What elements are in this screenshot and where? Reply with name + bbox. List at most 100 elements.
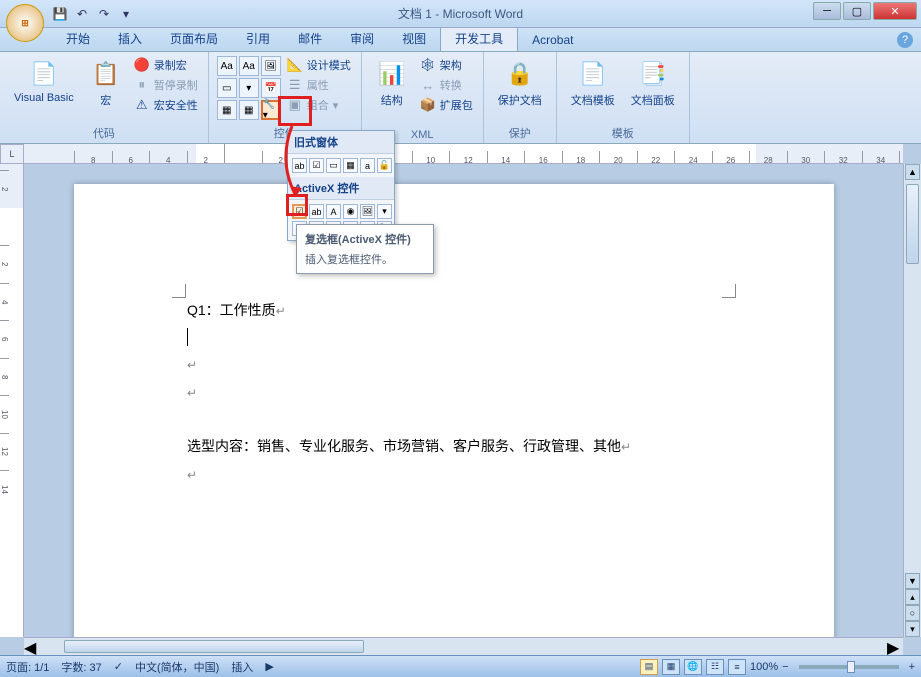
- tab-view[interactable]: 视图: [388, 26, 440, 51]
- text-control-button[interactable]: Aa: [239, 56, 259, 76]
- status-mode[interactable]: 插入: [231, 659, 253, 675]
- minimize-button[interactable]: ─: [813, 2, 841, 20]
- legacy-dropdown-button[interactable]: ▭: [326, 158, 341, 173]
- zoom-level[interactable]: 100%: [750, 661, 778, 673]
- legacy-forms-grid: ab ☑ ▭ ▦ a 🔓: [288, 154, 394, 177]
- status-words[interactable]: 字数: 37: [61, 659, 101, 675]
- legacy-tools-dropdown[interactable]: 🔧▾: [261, 100, 281, 120]
- browse-prev-button[interactable]: ▴: [905, 589, 920, 605]
- tab-mail[interactable]: 邮件: [284, 26, 336, 51]
- web-view-button[interactable]: 🌐: [684, 659, 702, 675]
- ruler-corner[interactable]: L: [0, 144, 24, 164]
- macros-icon: 📋: [90, 58, 122, 90]
- zoom-in-button[interactable]: +: [909, 661, 915, 673]
- proofing-icon[interactable]: ✓: [114, 660, 123, 673]
- design-mode-button[interactable]: 📐设计模式: [285, 56, 353, 74]
- draft-view-button[interactable]: ≡: [728, 659, 746, 675]
- document-viewport[interactable]: Q1：工作性质↵ ↵ ↵ 选型内容：销售、专业化服务、市场营销、客户服务、行政管…: [24, 164, 903, 637]
- activex-checkbox-button[interactable]: ☑: [292, 204, 307, 219]
- structure-button[interactable]: 📊 结构: [370, 56, 414, 110]
- scroll-thumb[interactable]: [906, 184, 919, 264]
- text-line-1[interactable]: Q1：工作性质↵: [187, 296, 721, 324]
- date-control-button[interactable]: 📅: [261, 78, 281, 98]
- horizontal-scrollbar[interactable]: ◀ ▶: [24, 637, 903, 655]
- activex-label-button[interactable]: A: [326, 204, 341, 219]
- visual-basic-button[interactable]: 📄 Visual Basic: [8, 56, 80, 106]
- browse-next-button[interactable]: ▾: [905, 621, 920, 637]
- schema-icon: 🕸: [420, 57, 436, 73]
- activex-image-button[interactable]: 🖼: [360, 204, 375, 219]
- save-icon[interactable]: 💾: [52, 6, 68, 22]
- security-icon: ⚠: [134, 97, 150, 113]
- status-language[interactable]: 中文(简体，中国): [135, 659, 219, 675]
- vertical-scrollbar[interactable]: ▲ ▼ ▴ ○ ▾: [903, 164, 921, 637]
- expansion-icon: 📦: [420, 97, 436, 113]
- tab-home[interactable]: 开始: [52, 26, 104, 51]
- tab-insert[interactable]: 插入: [104, 26, 156, 51]
- tab-review[interactable]: 审阅: [336, 26, 388, 51]
- dropdown-control-button[interactable]: ▾: [239, 78, 259, 98]
- tab-developer[interactable]: 开发工具: [440, 25, 518, 51]
- activex-more-button[interactable]: ▾: [377, 204, 392, 219]
- paragraph-mark-icon: ↵: [621, 440, 631, 454]
- text-line-2[interactable]: 选型内容：销售、专业化服务、市场营销、客户服务、行政管理、其他↵: [187, 432, 721, 460]
- office-button[interactable]: ⊞: [6, 4, 44, 42]
- macros-button[interactable]: 📋 宏: [84, 56, 128, 110]
- help-button[interactable]: ?: [897, 32, 913, 48]
- close-button[interactable]: ✕: [873, 2, 917, 20]
- design-mode-icon: 📐: [287, 57, 303, 73]
- tab-references[interactable]: 引用: [232, 26, 284, 51]
- legacy-reset-button[interactable]: 🔓: [377, 158, 392, 173]
- undo-icon[interactable]: ↶: [74, 6, 90, 22]
- legacy-shading-button[interactable]: a: [360, 158, 375, 173]
- combobox-control-button[interactable]: ▭: [217, 78, 237, 98]
- macro-security-button[interactable]: ⚠宏安全性: [132, 96, 200, 114]
- empty-line-1[interactable]: ↵: [187, 350, 721, 378]
- fullscreen-view-button[interactable]: ▦: [662, 659, 680, 675]
- picture-control-button[interactable]: 🖼: [261, 56, 281, 76]
- work-area: L 86422468101214161820222426283032343638…: [0, 144, 921, 655]
- legacy-textfield-button[interactable]: ab: [292, 158, 307, 173]
- document-panel-button[interactable]: 📑 文档面板: [625, 56, 681, 110]
- macro-record-icon[interactable]: ▶: [265, 660, 273, 673]
- record-macro-button[interactable]: 🔴录制宏: [132, 56, 200, 74]
- status-page[interactable]: 页面: 1/1: [6, 659, 49, 675]
- group-label-protect: 保护: [492, 123, 548, 141]
- scroll-right-button[interactable]: ▶: [887, 638, 903, 655]
- empty-line-3[interactable]: ↵: [187, 460, 721, 488]
- tab-layout[interactable]: 页面布局: [156, 26, 232, 51]
- activex-option-button[interactable]: ◉: [343, 204, 358, 219]
- redo-icon[interactable]: ↷: [96, 6, 112, 22]
- vertical-ruler[interactable]: 22468101214: [0, 164, 24, 637]
- browse-select-button[interactable]: ○: [905, 605, 920, 621]
- protect-document-button[interactable]: 🔒 保护文档: [492, 56, 548, 110]
- horizontal-ruler[interactable]: 8642246810121416182022242628303234363840…: [24, 144, 903, 164]
- hscroll-thumb[interactable]: [64, 640, 364, 653]
- expansion-button[interactable]: 📦扩展包: [418, 96, 475, 114]
- activex-textbox-button[interactable]: ab: [309, 204, 324, 219]
- cursor-line[interactable]: [187, 324, 721, 350]
- tab-acrobat[interactable]: Acrobat: [518, 29, 587, 51]
- legacy-forms-header: 旧式窗体: [288, 131, 394, 154]
- document-content[interactable]: Q1：工作性质↵ ↵ ↵ 选型内容：销售、专业化服务、市场营销、客户服务、行政管…: [187, 296, 721, 488]
- maximize-button[interactable]: ▢: [843, 2, 871, 20]
- scroll-down-button[interactable]: ▼: [905, 573, 920, 589]
- building-block-button[interactable]: ▦: [217, 100, 237, 120]
- zoom-out-button[interactable]: −: [782, 661, 788, 673]
- qat-dropdown-icon[interactable]: ▾: [118, 6, 134, 22]
- zoom-slider-knob[interactable]: [847, 661, 855, 673]
- schema-button[interactable]: 🕸架构: [418, 56, 475, 74]
- scroll-up-button[interactable]: ▲: [905, 164, 920, 180]
- group-icon: ▣: [287, 97, 303, 113]
- zoom-slider[interactable]: [799, 665, 899, 669]
- legacy-checkbox-button[interactable]: ☑: [309, 158, 324, 173]
- richtext-control-button[interactable]: Aa: [217, 56, 237, 76]
- document-template-button[interactable]: 📄 文档模板: [565, 56, 621, 110]
- print-layout-view-button[interactable]: ▤: [640, 659, 658, 675]
- empty-line-2[interactable]: ↵: [187, 378, 721, 406]
- document-page[interactable]: Q1：工作性质↵ ↵ ↵ 选型内容：销售、专业化服务、市场营销、客户服务、行政管…: [74, 184, 834, 637]
- outline-view-button[interactable]: ☷: [706, 659, 724, 675]
- legacy-frame-button[interactable]: ▦: [343, 158, 358, 173]
- scroll-left-button[interactable]: ◀: [24, 638, 40, 655]
- tooltip-body: 插入复选框控件。: [305, 251, 425, 267]
